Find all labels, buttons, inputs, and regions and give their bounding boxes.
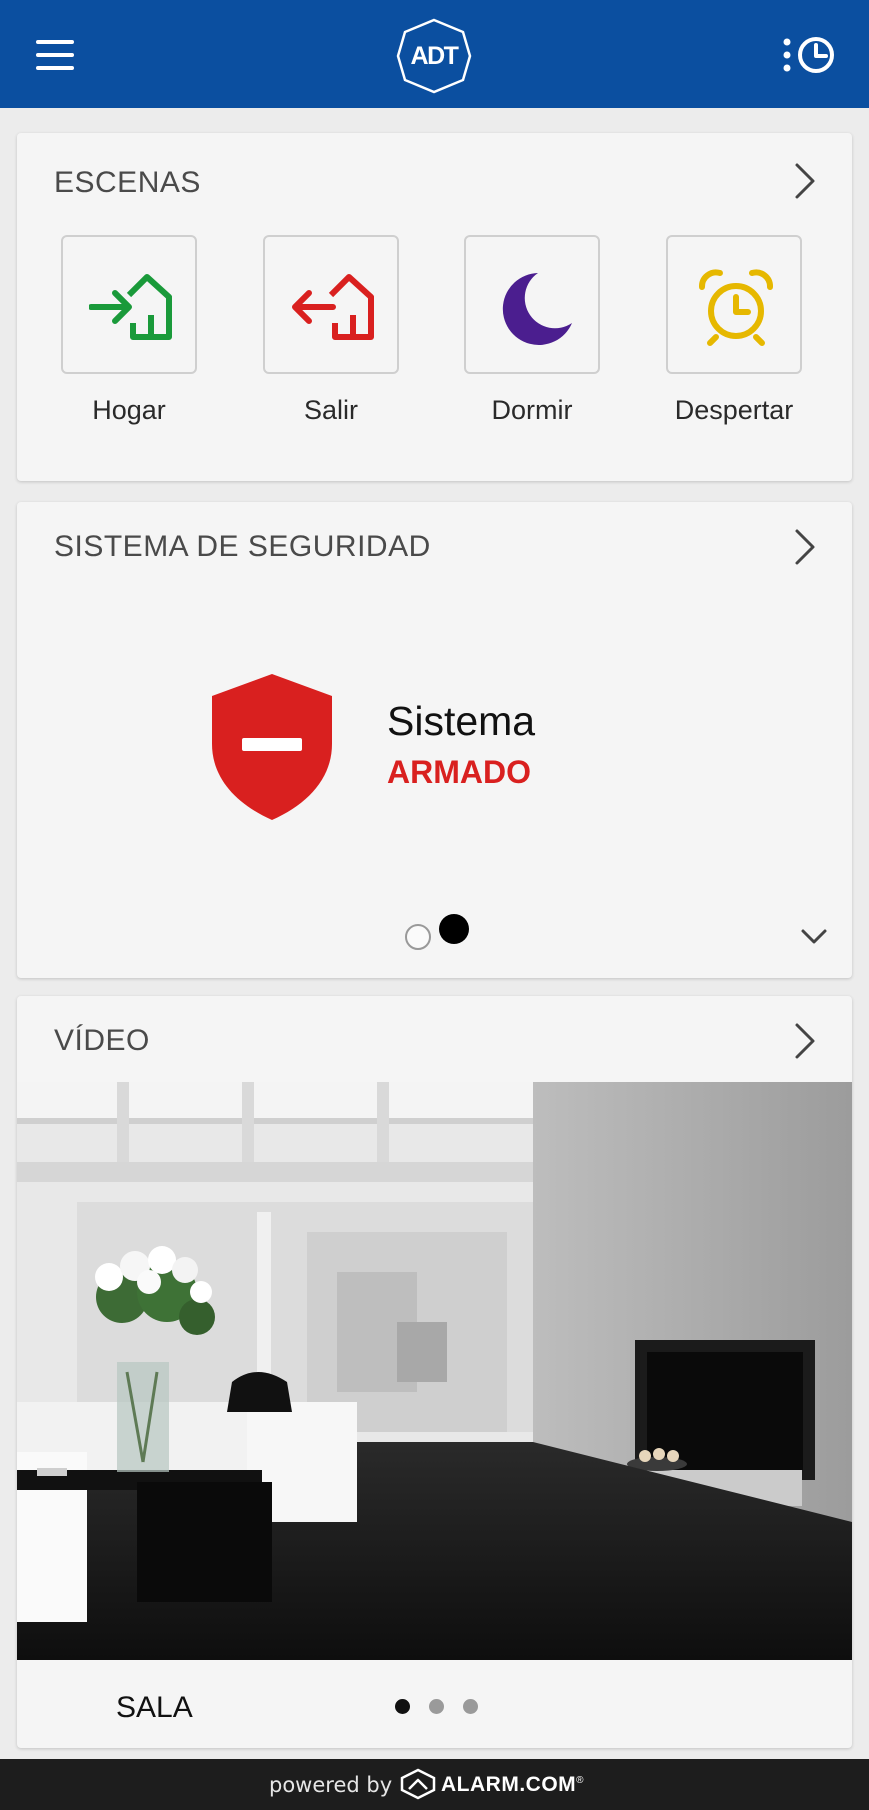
system-state: ARMADO <box>387 754 531 790</box>
camera-video-thumbnail[interactable] <box>17 1082 852 1660</box>
scenes-title: ESCENAS <box>54 166 201 199</box>
carousel-dot[interactable] <box>463 1699 478 1714</box>
moon-icon <box>502 273 572 345</box>
scene-label: Despertar <box>674 395 794 425</box>
chevron-down-icon[interactable] <box>797 922 831 950</box>
scene-icon-box <box>263 235 399 374</box>
scene-label: Hogar <box>92 395 166 425</box>
powered-by-footer: powered by ALARM.COM® <box>0 1759 869 1810</box>
system-label: Sistema <box>387 698 536 744</box>
scene-icon-box <box>666 235 802 374</box>
app-header: ADT <box>0 0 869 108</box>
leave-home-icon <box>292 274 374 340</box>
scene-icon-box <box>61 235 197 374</box>
scene-label: Salir <box>303 395 358 425</box>
scenes-card: ESCENAS Hogar Salir Dormir Despertar <box>17 133 852 481</box>
scene-dormir-button[interactable]: Dormir <box>438 235 600 435</box>
adt-logo: ADT <box>396 18 472 94</box>
security-chevron-right-icon[interactable] <box>788 525 822 569</box>
scenes-chevron-right-icon[interactable] <box>788 159 822 203</box>
camera-name: SALA <box>116 1691 193 1724</box>
alarm-com-brand: ALARM.COM® <box>441 1773 585 1796</box>
scene-despertar-button[interactable]: Despertar <box>640 235 802 435</box>
security-title: SISTEMA DE SEGURIDAD <box>54 530 431 563</box>
powered-by-label: powered by <box>269 1773 393 1797</box>
scene-hogar-button[interactable]: Hogar <box>35 235 197 435</box>
security-system-card: SISTEMA DE SEGURIDAD Sistema ARMADO <box>17 502 852 978</box>
carousel-dot[interactable] <box>429 1699 444 1714</box>
page-indicator-dot-active[interactable] <box>439 914 469 944</box>
video-chevron-right-icon[interactable] <box>788 1019 822 1063</box>
activity-history-icon[interactable] <box>780 30 840 80</box>
logo-text: ADT <box>410 42 459 70</box>
alarm-com-logo-icon <box>400 1768 436 1800</box>
arrive-home-icon <box>89 274 172 340</box>
video-title: VÍDEO <box>54 1024 150 1057</box>
carousel-dot-active[interactable] <box>395 1699 410 1714</box>
scene-salir-button[interactable]: Salir <box>237 235 399 435</box>
alarm-clock-icon <box>699 269 773 346</box>
video-card: VÍDEO SALA <box>17 996 852 1748</box>
hamburger-menu-icon[interactable] <box>30 32 80 78</box>
page-indicator-dot[interactable] <box>405 924 431 950</box>
armed-shield-icon[interactable] <box>210 672 334 822</box>
scene-label: Dormir <box>491 395 573 425</box>
scene-icon-box <box>464 235 600 374</box>
